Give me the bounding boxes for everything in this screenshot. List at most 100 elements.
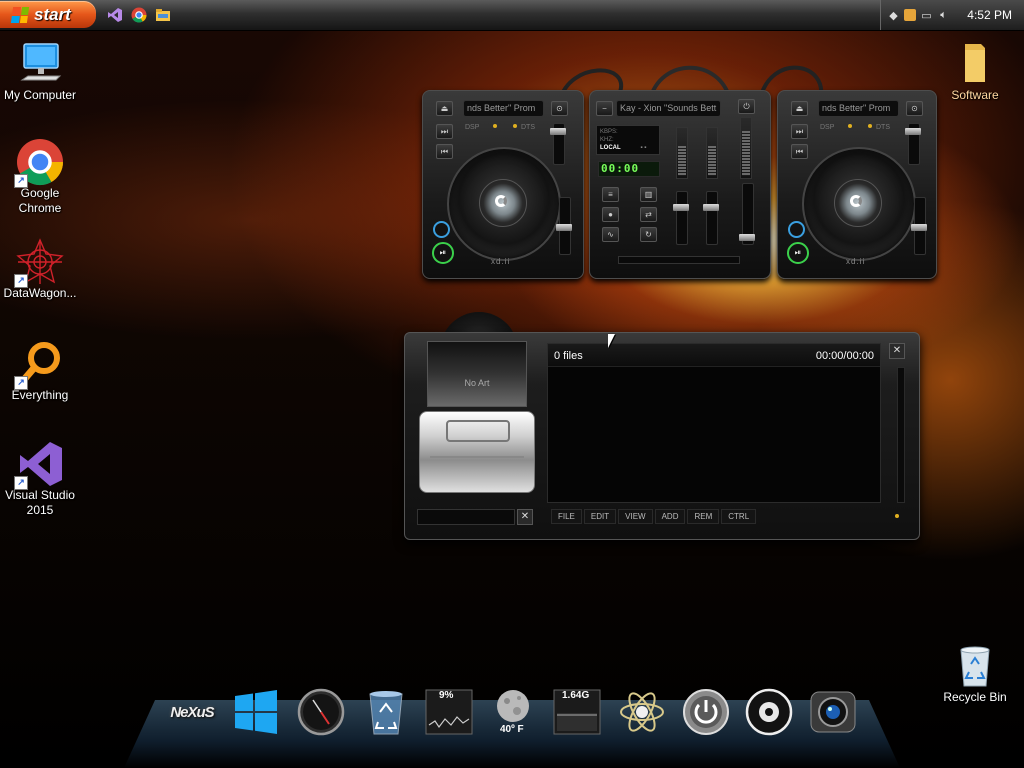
fader-knob[interactable] xyxy=(703,204,719,211)
indicator-led xyxy=(513,124,517,128)
close-player-button[interactable]: ✕ xyxy=(889,343,905,359)
start-button[interactable]: start xyxy=(0,1,96,28)
folder-flag-icon[interactable] xyxy=(904,9,916,21)
fader-knob[interactable] xyxy=(911,224,927,231)
desktop-icon-everything[interactable]: ↗ Everything xyxy=(0,340,80,403)
master-fader[interactable] xyxy=(739,183,755,245)
file-explorer-icon[interactable] xyxy=(154,6,172,24)
eject-button[interactable]: ⏏ xyxy=(436,101,453,116)
desktop-icon-software[interactable]: Software xyxy=(935,40,1015,103)
album-art: No Art xyxy=(427,341,527,407)
dock-recycle-bin[interactable] xyxy=(360,686,412,738)
menu-add[interactable]: ADD xyxy=(654,509,686,524)
menu-file[interactable]: FILE xyxy=(551,509,582,524)
recycle-bin-icon xyxy=(951,642,999,690)
dock-nexus[interactable]: NeXuS xyxy=(166,686,218,738)
search-input[interactable] xyxy=(417,509,515,525)
waveform-button[interactable]: ∿ xyxy=(602,227,619,242)
playlist-header: 0 files 00:00/00:00 xyxy=(548,344,880,367)
clock[interactable]: 4:52 PM xyxy=(967,8,1012,22)
desktop-icon-visual-studio[interactable]: ↗ Visual Studio 2015 xyxy=(0,440,80,518)
minimize-button[interactable]: − xyxy=(596,101,613,116)
dock-media-player[interactable] xyxy=(743,686,795,738)
channel-fader-right[interactable] xyxy=(703,191,719,245)
mixer-title: Kay - Xion "Sounds Bett xyxy=(616,100,721,117)
playlist[interactable]: 0 files 00:00/00:00 xyxy=(547,343,881,503)
pitch-fader[interactable] xyxy=(550,123,566,165)
mixer-power-button[interactable]: ⏻ xyxy=(738,99,755,114)
dock-clock[interactable] xyxy=(295,686,347,738)
briefcase-icon xyxy=(419,411,535,493)
dock-power[interactable] xyxy=(680,686,732,738)
monitor-network-icon[interactable]: ▭ xyxy=(920,9,933,22)
eq-button[interactable]: ▥ xyxy=(640,187,657,202)
indicator-led xyxy=(493,124,497,128)
volume-fader[interactable] xyxy=(556,197,572,255)
dock-memory-meter[interactable]: 1.64G xyxy=(551,686,603,738)
deck-left: ⏏ nds Better" Prom ⊙ ⏭︎ ⏮︎ DSP DTS ⏯︎ xd… xyxy=(422,90,584,279)
deck-logo: xd.ii xyxy=(846,257,866,266)
fader-knob[interactable] xyxy=(673,204,689,211)
menu-ctrl[interactable]: CTRL xyxy=(721,509,757,524)
desktop-icon-my-computer[interactable]: My Computer xyxy=(0,40,80,103)
playlist-scrollbar[interactable] xyxy=(897,367,905,503)
previous-button[interactable]: ⏮︎ xyxy=(436,144,453,159)
shuffle-button[interactable]: ⇄ xyxy=(640,207,657,222)
file-count: 0 files xyxy=(554,350,583,362)
playlist-button[interactable]: ≡ xyxy=(602,187,619,202)
shortcut-arrow-icon: ↗ xyxy=(14,174,28,188)
master-vu-meter xyxy=(740,117,752,179)
jog-wheel[interactable] xyxy=(447,147,561,261)
fader-knob[interactable] xyxy=(556,224,572,231)
dts-label: DTS xyxy=(521,124,535,131)
crossfader[interactable] xyxy=(618,256,740,264)
cue-button[interactable] xyxy=(788,221,805,238)
record-button[interactable]: ● xyxy=(602,207,619,222)
dock-camera[interactable] xyxy=(807,686,859,738)
volume-icon[interactable]: 🔈︎ xyxy=(937,9,950,22)
desktop-icon-google-chrome[interactable]: ↗ Google Chrome xyxy=(0,138,80,216)
monitor-icon xyxy=(16,40,64,88)
windows-logo-icon xyxy=(235,690,277,734)
dock-weather[interactable]: 40º F xyxy=(487,686,539,738)
network-icon[interactable]: ◆ xyxy=(887,9,900,22)
menu-view[interactable]: VIEW xyxy=(618,509,653,524)
dock-atom[interactable] xyxy=(616,686,668,738)
dock-windows[interactable] xyxy=(230,686,282,738)
power-icon xyxy=(683,689,729,735)
indicator-led xyxy=(848,124,852,128)
desktop-icon-recycle-bin[interactable]: Recycle Bin xyxy=(935,642,1015,705)
local-label: LOCAL - - xyxy=(600,144,656,152)
local-text: LOCAL xyxy=(600,145,621,151)
channel-fader-left[interactable] xyxy=(673,191,689,245)
loop-button[interactable]: ⊙ xyxy=(551,101,568,116)
camera-icon xyxy=(810,691,856,733)
khz-label: KHZ: xyxy=(600,137,614,143)
menu-edit[interactable]: EDIT xyxy=(583,509,617,524)
fader-knob[interactable] xyxy=(550,128,566,135)
play-next-button[interactable]: ⏭︎ xyxy=(436,124,453,139)
play-pause-button[interactable]: ⏯︎ xyxy=(432,242,454,264)
deck-right-title: nds Better" Prom xyxy=(818,100,899,117)
repeat-button[interactable]: ↻ xyxy=(640,227,657,242)
windows-flag-icon xyxy=(10,6,30,23)
volume-fader[interactable] xyxy=(911,197,927,255)
jog-wheel[interactable] xyxy=(802,147,916,261)
jog-wheel-center xyxy=(479,179,527,227)
play-next-button[interactable]: ⏭︎ xyxy=(791,124,808,139)
menu-rem[interactable]: REM xyxy=(687,509,720,524)
eject-button[interactable]: ⏏ xyxy=(791,101,808,116)
previous-button[interactable]: ⏮︎ xyxy=(791,144,808,159)
dock-cpu-meter[interactable]: 9% xyxy=(423,686,475,738)
fader-knob[interactable] xyxy=(905,128,921,135)
desktop-icon-datawagon[interactable]: ↗ DataWagon... xyxy=(0,238,80,301)
visual-studio-icon[interactable] xyxy=(106,6,124,24)
fader-knob[interactable] xyxy=(739,234,755,241)
cue-button[interactable] xyxy=(433,221,450,238)
clear-search-button[interactable]: ✕ xyxy=(517,509,533,525)
loop-button[interactable]: ⊙ xyxy=(906,101,923,116)
chrome-icon[interactable] xyxy=(130,6,148,24)
play-pause-button[interactable]: ⏯︎ xyxy=(787,242,809,264)
pitch-fader[interactable] xyxy=(905,123,921,165)
mouse-cursor xyxy=(608,334,615,348)
